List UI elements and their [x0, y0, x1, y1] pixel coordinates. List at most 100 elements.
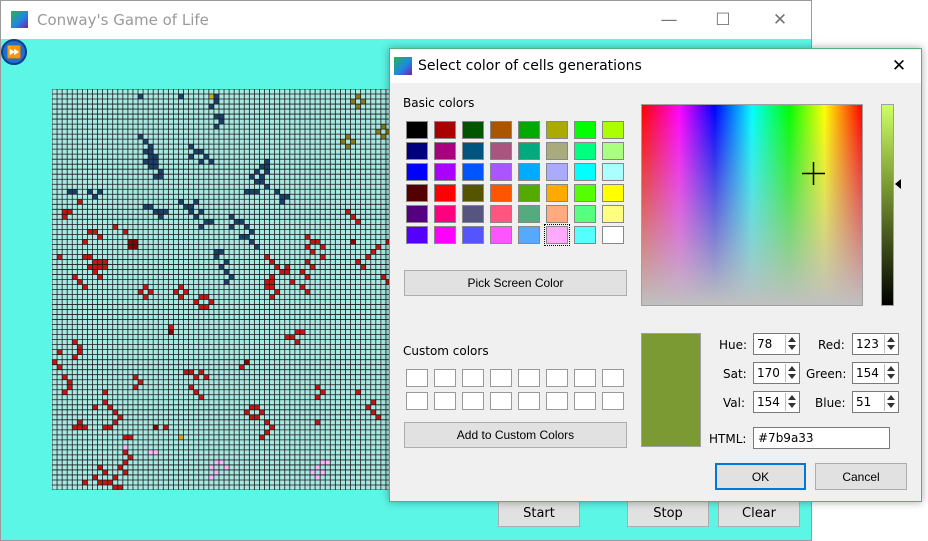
- custom-color-swatch[interactable]: [490, 392, 512, 410]
- live-cell[interactable]: [82, 424, 88, 430]
- live-cell[interactable]: [274, 189, 280, 195]
- close-button[interactable]: ✕: [758, 5, 802, 35]
- pick-screen-color-button[interactable]: Pick Screen Color: [404, 270, 627, 296]
- live-cell[interactable]: [193, 299, 199, 305]
- live-cell[interactable]: [92, 264, 98, 270]
- live-cell[interactable]: [198, 209, 204, 215]
- live-cell[interactable]: [82, 284, 88, 290]
- live-cell[interactable]: [122, 229, 128, 235]
- live-cell[interactable]: [92, 269, 98, 275]
- live-cell[interactable]: [279, 269, 285, 275]
- live-cell[interactable]: [138, 94, 144, 100]
- live-cell[interactable]: [340, 139, 346, 145]
- live-cell[interactable]: [87, 189, 93, 195]
- live-cell[interactable]: [304, 234, 311, 240]
- live-cell[interactable]: [102, 389, 108, 395]
- live-cell[interactable]: [279, 199, 285, 205]
- live-cell[interactable]: [148, 149, 154, 155]
- live-cell[interactable]: [320, 459, 326, 465]
- main-titlebar[interactable]: Conway's Game of Life — ☐ ✕: [1, 1, 811, 39]
- live-cell[interactable]: [229, 274, 235, 280]
- live-cell[interactable]: [92, 229, 98, 235]
- live-cell[interactable]: [264, 419, 270, 425]
- live-cell[interactable]: [315, 419, 321, 425]
- html-color-input[interactable]: [753, 427, 890, 449]
- basic-color-swatch[interactable]: [490, 121, 512, 139]
- live-cell[interactable]: [127, 454, 133, 460]
- live-cell[interactable]: [97, 189, 103, 195]
- live-cell[interactable]: [138, 134, 144, 140]
- live-cell[interactable]: [320, 389, 326, 395]
- basic-color-swatch[interactable]: [406, 184, 428, 202]
- live-cell[interactable]: [52, 359, 58, 365]
- basic-color-swatch[interactable]: [602, 142, 624, 160]
- live-cell[interactable]: [224, 464, 230, 470]
- live-cell[interactable]: [380, 134, 386, 140]
- basic-color-swatch[interactable]: [462, 205, 484, 223]
- live-cell[interactable]: [229, 214, 235, 220]
- spin-up-icon[interactable]: [887, 366, 895, 371]
- live-cell[interactable]: [239, 364, 245, 370]
- basic-color-swatch[interactable]: [546, 121, 568, 139]
- live-cell[interactable]: [320, 469, 326, 475]
- live-cell[interactable]: [274, 289, 280, 295]
- live-cell[interactable]: [143, 204, 149, 210]
- spin-down-icon[interactable]: [788, 403, 796, 408]
- val-spinbox[interactable]: 154: [753, 391, 800, 413]
- custom-color-swatch[interactable]: [574, 392, 596, 410]
- live-cell[interactable]: [375, 129, 381, 135]
- custom-color-swatch[interactable]: [434, 392, 456, 410]
- add-to-custom-colors-button[interactable]: Add to Custom Colors: [404, 422, 627, 448]
- live-cell[interactable]: [57, 349, 63, 355]
- live-cell[interactable]: [203, 304, 209, 310]
- custom-color-swatch[interactable]: [490, 369, 512, 387]
- basic-color-swatch[interactable]: [406, 121, 428, 139]
- basic-color-swatch[interactable]: [490, 163, 512, 181]
- live-cell[interactable]: [102, 479, 108, 485]
- live-cell[interactable]: [325, 459, 331, 465]
- basic-color-swatch[interactable]: [546, 205, 568, 223]
- custom-color-swatch[interactable]: [406, 369, 428, 387]
- live-cell[interactable]: [249, 239, 255, 245]
- live-cell[interactable]: [284, 334, 290, 340]
- custom-color-swatch[interactable]: [602, 369, 624, 387]
- live-cell[interactable]: [370, 399, 376, 405]
- live-cell[interactable]: [254, 189, 260, 195]
- live-cell[interactable]: [122, 434, 128, 440]
- live-cell[interactable]: [380, 124, 386, 130]
- cancel-button[interactable]: Cancel: [815, 463, 907, 490]
- basic-color-swatch[interactable]: [602, 163, 624, 181]
- live-cell[interactable]: [218, 264, 225, 270]
- life-grid-canvas[interactable]: [52, 89, 391, 490]
- live-cell[interactable]: [355, 104, 361, 110]
- basic-color-swatch[interactable]: [462, 226, 484, 244]
- basic-color-swatch[interactable]: [406, 142, 428, 160]
- live-cell[interactable]: [208, 299, 214, 305]
- dialog-titlebar[interactable]: Select color of cells generations ✕: [390, 49, 921, 83]
- live-cell[interactable]: [97, 234, 103, 240]
- live-cell[interactable]: [208, 219, 214, 225]
- start-button[interactable]: Start: [498, 500, 580, 527]
- live-cell[interactable]: [264, 169, 270, 175]
- live-cell[interactable]: [143, 139, 149, 145]
- live-cell[interactable]: [77, 279, 83, 285]
- custom-color-swatch[interactable]: [546, 392, 568, 410]
- live-cell[interactable]: [208, 104, 214, 110]
- basic-color-swatch[interactable]: [434, 184, 456, 202]
- live-cell[interactable]: [264, 159, 270, 165]
- live-cell[interactable]: [138, 379, 144, 385]
- live-cell[interactable]: [249, 229, 255, 235]
- live-cell[interactable]: [97, 259, 103, 265]
- live-cell[interactable]: [87, 229, 93, 235]
- live-cell[interactable]: [269, 284, 275, 290]
- life-grid[interactable]: [52, 89, 391, 490]
- live-cell[interactable]: [213, 254, 219, 260]
- live-cell[interactable]: [289, 334, 295, 340]
- blue-spinbox[interactable]: 51: [852, 391, 899, 413]
- live-cell[interactable]: [82, 254, 88, 260]
- live-cell[interactable]: [315, 394, 321, 400]
- live-cell[interactable]: [350, 139, 356, 145]
- live-cell[interactable]: [188, 144, 194, 150]
- live-cell[interactable]: [310, 469, 316, 475]
- live-cell[interactable]: [345, 209, 351, 215]
